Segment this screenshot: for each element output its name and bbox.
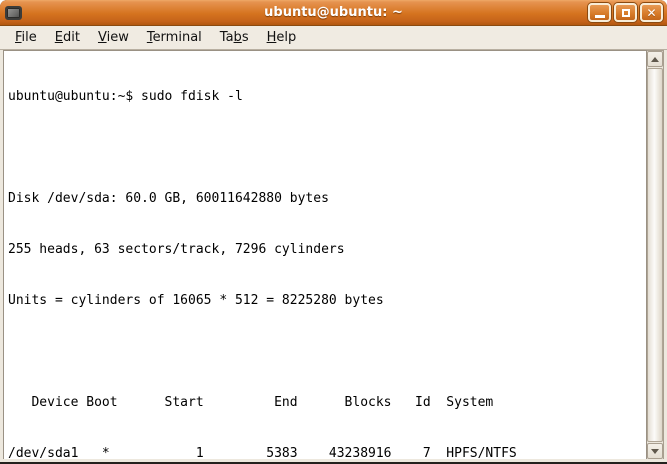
window-menu-icon[interactable] <box>5 5 22 20</box>
content-area: ubuntu@ubuntu:~$ sudo fdisk -l Disk /dev… <box>0 50 667 459</box>
terminal-line fdisk-table-header: Device Boot Start End Blocks Id System <box>8 395 494 410</box>
menu-help[interactable]: Help <box>258 27 306 48</box>
titlebar[interactable]: ubuntu@ubuntu: ~ ✕ <box>0 0 667 26</box>
menu-file[interactable]: File <box>6 27 46 48</box>
terminal-line: ubuntu@ubuntu:~$ sudo fdisk -l <box>8 89 243 104</box>
terminal-window: ubuntu@ubuntu: ~ ✕ File Edit View Termin… <box>0 0 667 464</box>
menu-edit[interactable]: Edit <box>46 27 89 48</box>
menu-terminal[interactable]: Terminal <box>138 27 211 48</box>
scroll-down-button[interactable] <box>647 443 663 459</box>
terminal-line: Disk /dev/sda: 60.0 GB, 60011642880 byte… <box>8 191 329 206</box>
menu-view[interactable]: View <box>89 27 138 48</box>
window-title: ubuntu@ubuntu: ~ <box>264 5 403 20</box>
menubar: File Edit View Terminal Tabs Help <box>0 26 667 50</box>
maximize-icon <box>621 8 630 17</box>
minimize-icon <box>594 14 605 18</box>
scrollbar-track[interactable] <box>647 67 663 443</box>
scrollbar-thumb[interactable] <box>647 68 663 442</box>
close-icon: ✕ <box>646 5 657 20</box>
close-button[interactable]: ✕ <box>640 3 663 22</box>
scroll-down-arrow-icon <box>651 448 659 454</box>
window-frame-bottom <box>0 459 667 464</box>
terminal-line: Units = cylinders of 16065 * 512 = 82252… <box>8 293 384 308</box>
window-controls: ✕ <box>588 3 663 22</box>
scroll-up-arrow-icon <box>651 56 659 62</box>
scrollbar[interactable] <box>647 50 664 459</box>
minimize-button[interactable] <box>588 3 611 22</box>
terminal-screen[interactable]: ubuntu@ubuntu:~$ sudo fdisk -l Disk /dev… <box>3 50 647 459</box>
menu-tabs[interactable]: Tabs <box>211 27 258 48</box>
terminal-line partition-row-sda1: /dev/sda1 * 1 5383 43238916 7 HPFS/NTFS <box>8 446 517 459</box>
terminal-line: 255 heads, 63 sectors/track, 7296 cylind… <box>8 242 345 257</box>
scroll-up-button[interactable] <box>647 51 663 67</box>
maximize-button[interactable] <box>614 3 637 22</box>
